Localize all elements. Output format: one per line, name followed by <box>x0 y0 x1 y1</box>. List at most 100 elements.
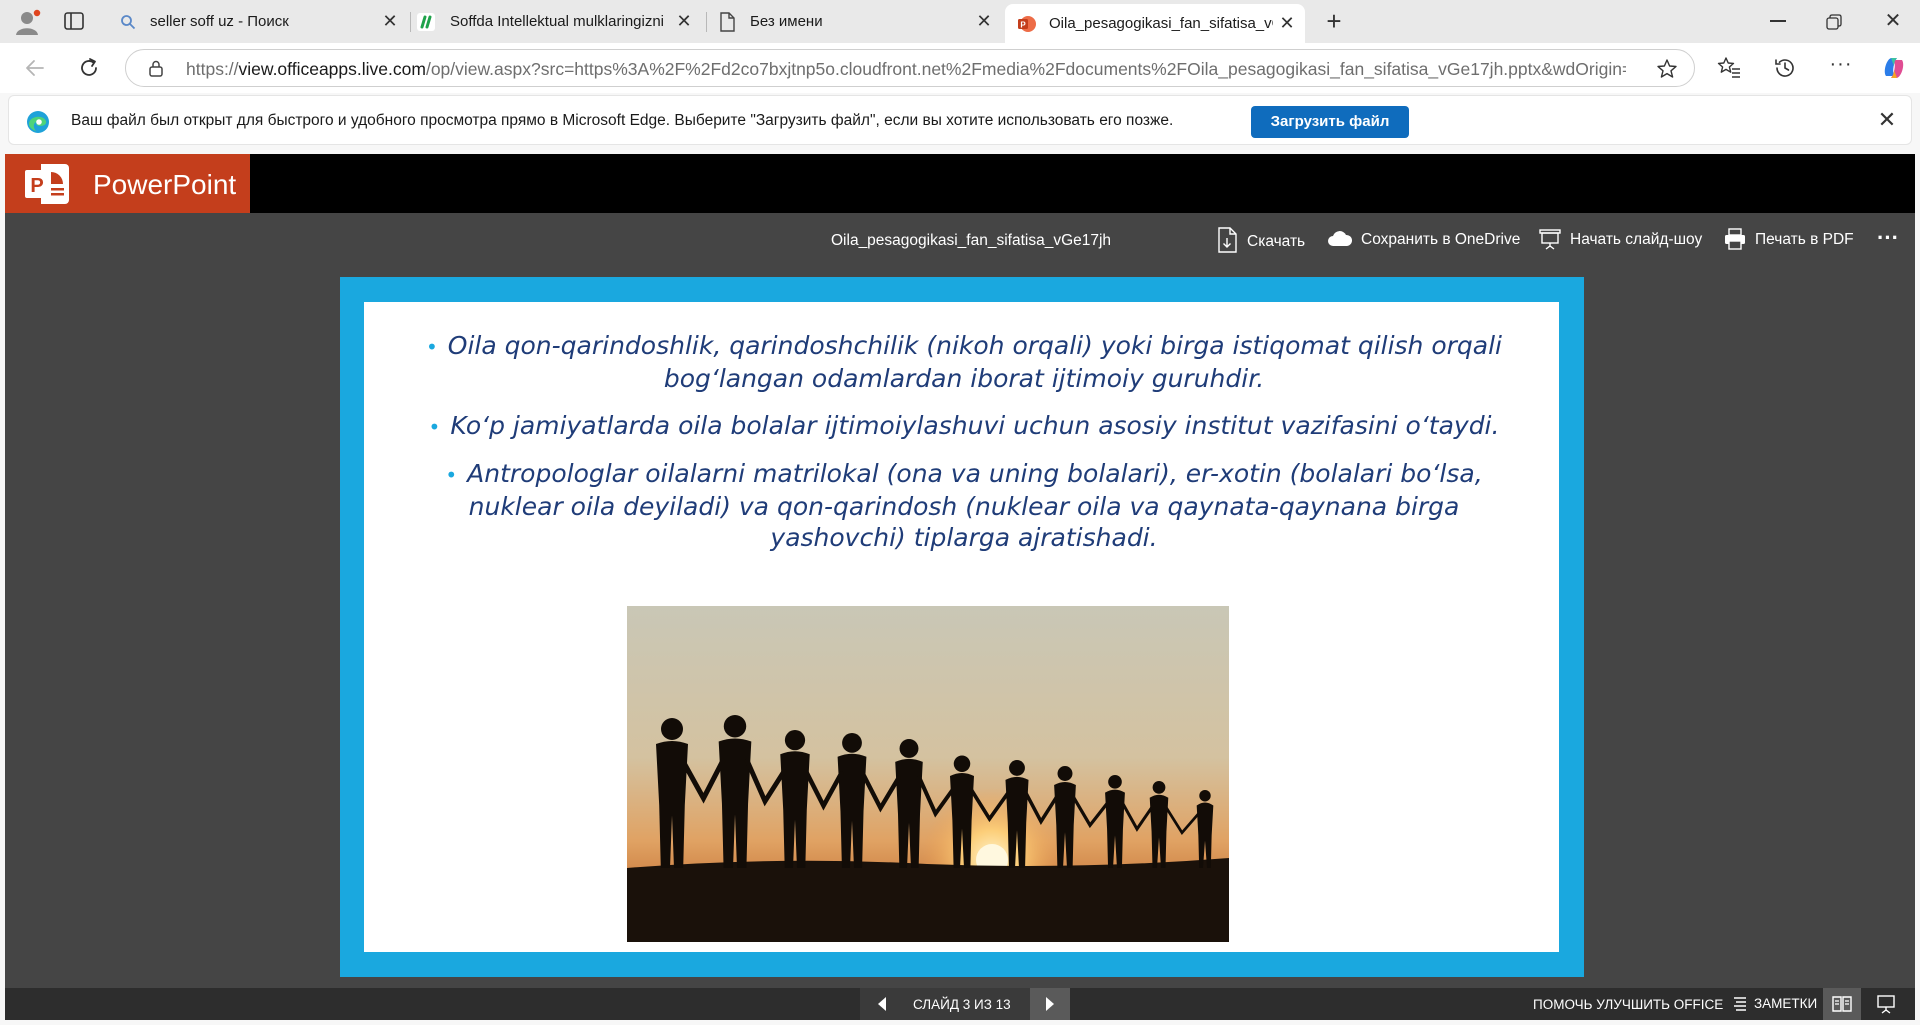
tab-title: seller soff uz - Поиск <box>150 13 289 30</box>
address-bar[interactable]: https://view.officeapps.live.com/op/view… <box>125 49 1695 87</box>
minimize-button[interactable] <box>1770 20 1786 22</box>
blank-page-icon <box>720 11 735 32</box>
tab-soff[interactable]: Soffda Intellektual mulklaringizni ✕ <box>412 5 702 38</box>
settings-more-button[interactable]: ··· <box>1828 53 1854 79</box>
more-options-button[interactable]: ··· <box>1877 225 1899 251</box>
url-path: /op/view.aspx?src=https%3A%2F%2Fd2co7bxj… <box>425 59 1626 79</box>
print-pdf-label: Печать в PDF <box>1755 231 1854 248</box>
bullet-text: Ko‘p jamiyatlarda oila bolalar ijtimoiyl… <box>450 411 1500 440</box>
notes-button[interactable]: ЗАМЕТКИ <box>1732 995 1817 1011</box>
save-onedrive-label: Сохранить в OneDrive <box>1361 231 1521 248</box>
slide-bullet-1: • Oila qon-qarindoshlik, qarindoshchilik … <box>414 330 1514 394</box>
slideshow-label: Начать слайд-шоу <box>1570 231 1703 248</box>
tab-close-button[interactable]: ✕ <box>1277 13 1297 33</box>
ppt-toolbar: Oila_pesagogikasi_fan_sifatisa_vGe17jh С… <box>5 213 1915 269</box>
close-window-button[interactable]: ✕ <box>1882 10 1904 32</box>
history-button[interactable] <box>1772 55 1798 81</box>
download-document-icon <box>1218 227 1237 253</box>
more-icon: ··· <box>1829 53 1853 75</box>
svg-text:P: P <box>30 175 43 197</box>
more-icon: ··· <box>1877 225 1899 250</box>
close-icon: ✕ <box>1877 107 1897 132</box>
tab-blank[interactable]: Без имени ✕ <box>710 5 1002 38</box>
tab-powerpoint[interactable]: P Oila_pesagogikasi_fan_sifatisa_vGe17jh… <box>1005 4 1305 43</box>
slideshow-icon <box>1539 229 1561 250</box>
refresh-button[interactable] <box>76 55 102 81</box>
previous-slide-button[interactable] <box>867 988 897 1020</box>
tab-separator <box>410 12 411 32</box>
url-host: view.officeapps.live.com <box>238 59 426 79</box>
restore-button[interactable] <box>1826 14 1842 30</box>
copilot-icon <box>1884 58 1904 78</box>
slide-content: • Oila qon-qarindoshlik, qarindoshchilik … <box>364 302 1559 952</box>
ppt-brand[interactable]: P PowerPoint <box>5 154 250 213</box>
download-file-button[interactable]: Загрузить файл <box>1251 106 1409 138</box>
download-label: Скачать <box>1247 233 1306 250</box>
arrow-left-icon <box>26 60 44 76</box>
bullet-dot: • <box>428 415 441 439</box>
help-improve-office-link[interactable]: ПОМОЧЬ УЛУЧШИТЬ OFFICE <box>1533 997 1723 1012</box>
slide-bullet-3: • Antropologlar oilalarni matrilokal (ona… <box>414 458 1514 553</box>
favorites-button[interactable] <box>1716 55 1742 81</box>
bullet-dot: • <box>426 335 438 359</box>
tab-separator <box>706 12 707 32</box>
edge-notification-bar: Ваш файл был открыт для быстрого и удобн… <box>8 95 1912 145</box>
edge-logo-icon <box>27 111 49 133</box>
app-name: PowerPoint <box>93 169 237 200</box>
restore-icon <box>1826 14 1842 30</box>
history-icon <box>1775 59 1794 77</box>
family-sunset-photo <box>627 606 1229 942</box>
search-icon <box>121 14 136 29</box>
triangle-right-icon <box>1046 997 1054 1011</box>
powerpoint-logo-icon: P <box>25 164 69 204</box>
soff-logo-icon <box>417 12 435 31</box>
download-button[interactable]: Скачать <box>1217 227 1305 253</box>
tab-title: Oila_pesagogikasi_fan_sifatisa_vGe17jh <box>1049 15 1273 32</box>
next-slide-button[interactable] <box>1030 988 1070 1020</box>
url-text: https://view.officeapps.live.com/op/view… <box>186 59 1626 80</box>
notes-label: ЗАМЕТКИ <box>1754 995 1818 1011</box>
ppt-status-bar: СЛАЙД 3 ИЗ 13 ПОМОЧЬ УЛУЧШИТЬ OFFICE ЗАМ… <box>5 988 1915 1020</box>
bullet-dot: • <box>445 463 458 487</box>
slide-counter: СЛАЙД 3 ИЗ 13 <box>913 997 1011 1012</box>
svg-text:P: P <box>1020 20 1026 29</box>
powerpoint-viewer: P PowerPoint Oila_pesagogikasi_fan_sifat… <box>5 154 1915 1020</box>
tab-close-button[interactable]: ✕ <box>974 11 994 31</box>
tab-strip: seller soff uz - Поиск ✕ Soffda Intellek… <box>0 0 1920 43</box>
cloud-icon <box>1328 231 1353 246</box>
notification-text: Ваш файл был открыт для быстрого и удобн… <box>71 112 1174 129</box>
start-slideshow-button[interactable]: Начать слайд-шоу <box>1538 227 1702 251</box>
slide-bullet-2: • Ko‘p jamiyatlarda oila bolalar ijtimoiy… <box>414 410 1514 443</box>
tab-title: Без имени <box>750 13 823 30</box>
close-notification-button[interactable]: ✕ <box>1875 108 1899 132</box>
close-icon: ✕ <box>1884 10 1902 32</box>
profile-avatar[interactable] <box>12 7 42 37</box>
print-pdf-button[interactable]: Печать в PDF <box>1723 227 1854 251</box>
slide-3: • Oila qon-qarindoshlik, qarindoshchilik … <box>340 277 1584 977</box>
slideshow-view-button[interactable] <box>1867 988 1905 1020</box>
url-prefix: https:// <box>186 59 239 79</box>
tab-close-button[interactable]: ✕ <box>380 11 400 31</box>
tab-actions-button[interactable] <box>62 9 86 33</box>
tab-search[interactable]: seller soff uz - Поиск ✕ <box>110 5 408 38</box>
copilot-button[interactable] <box>1880 54 1908 82</box>
new-tab-button[interactable]: + <box>1320 8 1348 36</box>
bullet-text: Antropologlar oilalarni matrilokal (ona … <box>467 459 1483 552</box>
bullet-text: Oila qon-qarindoshlik, qarindoshchilik (… <box>447 331 1502 393</box>
ppt-header: P PowerPoint <box>5 154 1915 213</box>
profile-icon <box>16 8 42 35</box>
tab-close-button[interactable]: ✕ <box>674 11 694 31</box>
back-button[interactable] <box>22 55 48 81</box>
reading-view-button[interactable] <box>1823 988 1861 1020</box>
save-to-onedrive-button[interactable]: Сохранить в OneDrive <box>1327 229 1520 249</box>
family-silhouette-image <box>627 606 1229 942</box>
powerpoint-icon: P <box>1018 15 1036 32</box>
printer-icon <box>1725 228 1745 250</box>
slideshow-view-icon <box>1877 995 1895 1014</box>
favorites-icon <box>1717 57 1740 78</box>
plus-icon: + <box>1326 6 1342 36</box>
refresh-icon <box>81 58 97 76</box>
lock-icon <box>149 60 163 77</box>
tab-title: Soffda Intellektual mulklaringizni <box>450 13 665 30</box>
favorite-star-icon[interactable] <box>1656 58 1678 80</box>
